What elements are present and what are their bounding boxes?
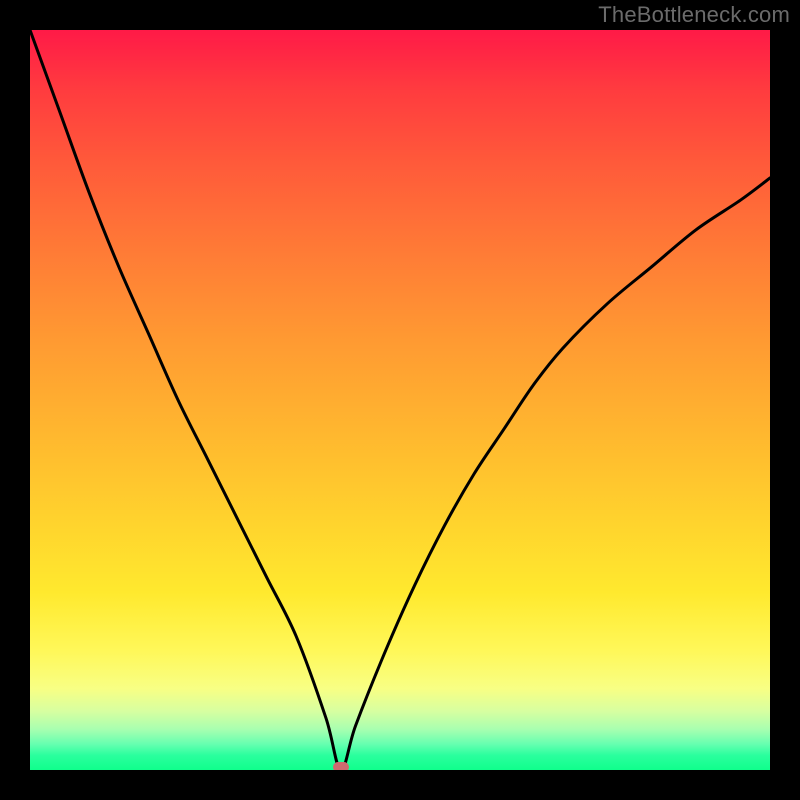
plot-area	[30, 30, 770, 770]
bottleneck-curve	[30, 30, 770, 770]
curve-svg	[30, 30, 770, 770]
optimum-marker	[333, 762, 349, 770]
watermark-text: TheBottleneck.com	[598, 2, 790, 28]
